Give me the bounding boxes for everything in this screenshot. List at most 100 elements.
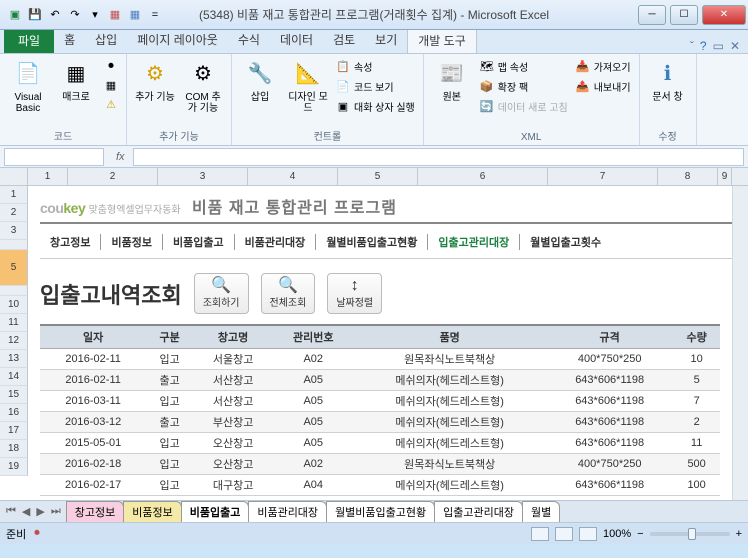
qat-custom1-icon[interactable]: ▦ bbox=[106, 6, 124, 24]
column-header[interactable]: 4 bbox=[248, 168, 338, 185]
column-header[interactable]: 6 bbox=[418, 168, 548, 185]
sheet-tab[interactable]: 월별비품입출고현황 bbox=[326, 501, 435, 522]
ribbon-tab[interactable]: 홈 bbox=[54, 27, 85, 53]
sheet-tab[interactable]: 비품관리대장 bbox=[248, 501, 327, 522]
help-icon[interactable]: ? bbox=[700, 39, 707, 53]
table-row[interactable]: 2016-02-17입고대구창고A04메쉬의자(헤드레스트형)643*606*1… bbox=[40, 475, 720, 496]
map-props-button[interactable]: 🗺맵 속성 bbox=[478, 58, 570, 75]
page-break-view-button[interactable] bbox=[579, 527, 597, 541]
qat-custom2-icon[interactable]: ▦ bbox=[126, 6, 144, 24]
column-header[interactable]: 5 bbox=[338, 168, 418, 185]
table-row[interactable]: 2016-02-11입고서울창고A02원목좌식노트북책상400*750*2501… bbox=[40, 349, 720, 370]
window-restore-icon[interactable]: ▭ bbox=[713, 39, 724, 53]
search-button[interactable]: 🔍조회하기 bbox=[194, 273, 249, 314]
formula-input[interactable] bbox=[133, 148, 744, 166]
row-header[interactable]: 11 bbox=[0, 314, 28, 332]
sheet-tab[interactable]: 창고정보 bbox=[66, 501, 124, 522]
redo-icon[interactable]: ↷ bbox=[66, 6, 84, 24]
sheet-tab[interactable]: 입출고관리대장 bbox=[434, 501, 523, 522]
column-header[interactable]: 9 bbox=[718, 168, 732, 185]
design-mode-button[interactable]: 📐디자인 모드 bbox=[286, 58, 330, 114]
select-all-corner[interactable] bbox=[0, 168, 28, 185]
maximize-button[interactable]: ☐ bbox=[670, 5, 698, 25]
addin-button[interactable]: ⚙추가 기능 bbox=[133, 58, 177, 103]
ribbon-tab[interactable]: 검토 bbox=[323, 27, 365, 53]
import-button[interactable]: 📥가져오기 bbox=[574, 58, 633, 75]
save-icon[interactable]: 💾 bbox=[26, 6, 44, 24]
excel-icon[interactable]: ▣ bbox=[6, 6, 24, 24]
properties-button[interactable]: 📋속성 bbox=[334, 58, 417, 75]
row-header[interactable]: 3 bbox=[0, 222, 28, 240]
all-search-button[interactable]: 🔍전체조회 bbox=[261, 273, 316, 314]
column-header[interactable]: 1 bbox=[28, 168, 68, 185]
insert-control-button[interactable]: 🔧삽입 bbox=[238, 58, 282, 103]
minimize-button[interactable]: ─ bbox=[638, 5, 666, 25]
column-header[interactable]: 7 bbox=[548, 168, 658, 185]
macro-button[interactable]: ▦매크로 bbox=[54, 58, 98, 103]
table-row[interactable]: 2015-05-01입고오산창고A05메쉬의자(헤드레스트형)643*606*1… bbox=[40, 433, 720, 454]
name-box[interactable] bbox=[4, 148, 104, 166]
macro-security-button[interactable]: ⚠ bbox=[102, 96, 120, 112]
sheet-first-icon[interactable]: ⏮ bbox=[4, 505, 18, 518]
view-code-button[interactable]: 📄코드 보기 bbox=[334, 78, 417, 95]
row-header[interactable]: 14 bbox=[0, 368, 28, 386]
worksheet-grid[interactable]: 123510111213141516171819 coukey 맞춤형엑셀업무자… bbox=[0, 186, 748, 500]
page-layout-view-button[interactable] bbox=[555, 527, 573, 541]
file-tab[interactable]: 파일 bbox=[4, 28, 54, 53]
xml-source-button[interactable]: 📰원본 bbox=[430, 58, 474, 103]
row-header[interactable]: 10 bbox=[0, 296, 28, 314]
com-addin-button[interactable]: ⚙COM 추가 기능 bbox=[181, 58, 225, 114]
nav-tab[interactable]: 월별비품입출고현황 bbox=[316, 234, 428, 250]
column-header[interactable]: 2 bbox=[68, 168, 158, 185]
normal-view-button[interactable] bbox=[531, 527, 549, 541]
row-header[interactable]: 16 bbox=[0, 404, 28, 422]
sheet-next-icon[interactable]: ▶ bbox=[34, 505, 46, 518]
close-button[interactable]: ✕ bbox=[702, 5, 746, 25]
row-header[interactable]: 5 bbox=[0, 250, 28, 286]
ribbon-tab[interactable]: 개발 도구 bbox=[407, 27, 477, 53]
macro-record-indicator-icon[interactable]: ⏺ bbox=[34, 527, 40, 540]
nav-tab[interactable]: 창고정보 bbox=[40, 234, 101, 250]
undo-icon[interactable]: ↶ bbox=[46, 6, 64, 24]
nav-tab[interactable]: 비품정보 bbox=[101, 234, 162, 250]
row-header[interactable]: 2 bbox=[0, 204, 28, 222]
workbook-close-icon[interactable]: ✕ bbox=[730, 39, 740, 53]
refresh-button[interactable]: 🔄데이터 새로 고침 bbox=[478, 98, 570, 115]
zoom-out-button[interactable]: − bbox=[637, 528, 643, 540]
nav-tab[interactable]: 비품관리대장 bbox=[235, 234, 317, 250]
nav-tab[interactable]: 월별입출고횟수 bbox=[520, 234, 611, 250]
table-row[interactable]: 2016-02-18입고오산창고A02원목좌식노트북책상400*750*2505… bbox=[40, 454, 720, 475]
ribbon-minimize-icon[interactable]: ˇ bbox=[690, 39, 694, 53]
ribbon-tab[interactable]: 보기 bbox=[365, 27, 407, 53]
zoom-slider[interactable] bbox=[650, 532, 730, 536]
relative-ref-button[interactable]: ▦ bbox=[102, 77, 120, 93]
row-header[interactable]: 1 bbox=[0, 186, 28, 204]
vertical-scrollbar[interactable] bbox=[732, 186, 748, 500]
nav-tab[interactable]: 입출고관리대장 bbox=[428, 234, 520, 250]
ribbon-tab[interactable]: 수식 bbox=[228, 27, 270, 53]
ribbon-tab[interactable]: 데이터 bbox=[270, 27, 323, 53]
fx-label[interactable]: fx bbox=[108, 151, 133, 163]
qat-more-icon[interactable]: ▾ bbox=[86, 6, 104, 24]
row-header[interactable]: 19 bbox=[0, 458, 28, 476]
doc-panel-button[interactable]: ℹ문서 창 bbox=[646, 58, 690, 103]
sheet-tab[interactable]: 월별 bbox=[522, 501, 560, 522]
zoom-level[interactable]: 100% bbox=[603, 528, 631, 540]
row-header[interactable]: 13 bbox=[0, 350, 28, 368]
sheet-prev-icon[interactable]: ◀ bbox=[20, 505, 32, 518]
expansion-button[interactable]: 📦확장 팩 bbox=[478, 78, 570, 95]
column-header[interactable]: 3 bbox=[158, 168, 248, 185]
row-header[interactable]: 18 bbox=[0, 440, 28, 458]
row-header[interactable]: 15 bbox=[0, 386, 28, 404]
record-macro-button[interactable]: ⏺ bbox=[102, 58, 120, 74]
export-button[interactable]: 📤내보내기 bbox=[574, 78, 633, 95]
row-header[interactable]: 17 bbox=[0, 422, 28, 440]
column-header[interactable]: 8 bbox=[658, 168, 718, 185]
sheet-tab[interactable]: 비품정보 bbox=[123, 501, 181, 522]
sheet-tab[interactable]: 비품입출고 bbox=[181, 501, 250, 522]
table-row[interactable]: 2016-02-11출고서산창고A05메쉬의자(헤드레스트형)643*606*1… bbox=[40, 370, 720, 391]
table-row[interactable]: 2016-03-12출고부산창고A05메쉬의자(헤드레스트형)643*606*1… bbox=[40, 412, 720, 433]
ribbon-tab[interactable]: 페이지 레이아웃 bbox=[127, 27, 228, 53]
nav-tab[interactable]: 비품입출고 bbox=[163, 234, 235, 250]
run-dialog-button[interactable]: ▣대화 상자 실행 bbox=[334, 98, 417, 115]
